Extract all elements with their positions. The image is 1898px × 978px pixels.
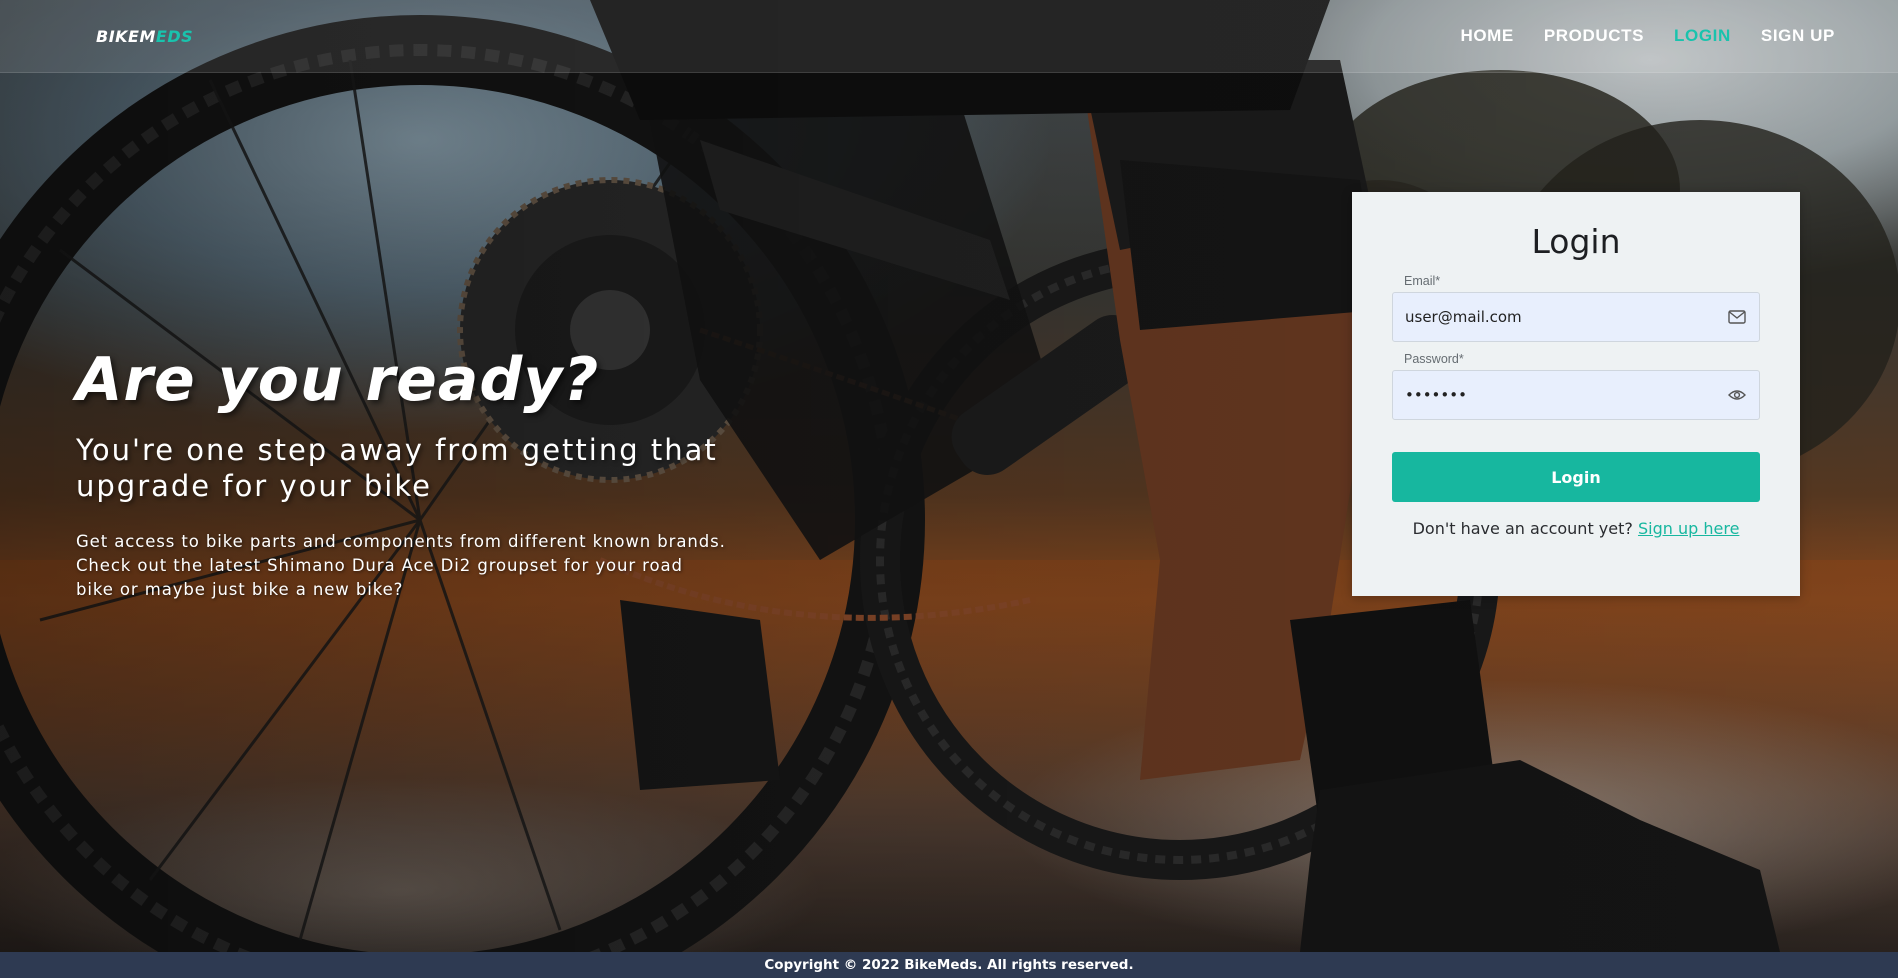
hero-subtitle-line2: upgrade for your bike <box>76 469 432 503</box>
hero-subtitle: You're one step away from getting that u… <box>76 432 816 504</box>
signup-prompt-row: Don't have an account yet? Sign up here <box>1392 519 1760 538</box>
footer: Copyright © 2022 BikeMeds. All rights re… <box>0 952 1898 978</box>
password-field-wrapper <box>1392 370 1760 420</box>
navbar: BIKEM EDS HOME PRODUCTS LOGIN SIGN UP <box>0 0 1898 73</box>
hero-description: Get access to bike parts and components … <box>76 532 726 599</box>
password-label: Password* <box>1404 352 1464 366</box>
nav-products[interactable]: PRODUCTS <box>1544 26 1644 46</box>
footer-copyright: Copyright © 2022 BikeMeds. All rights re… <box>764 957 1134 973</box>
password-input[interactable] <box>1405 386 1727 404</box>
login-card: Login Email* Password* Login Don't have … <box>1352 192 1800 596</box>
nav-home[interactable]: HOME <box>1460 26 1513 46</box>
logo-text-part2: EDS <box>155 26 194 46</box>
email-field-wrapper <box>1392 292 1760 342</box>
signup-link[interactable]: Sign up here <box>1638 519 1739 538</box>
brand-logo[interactable]: BIKEM EDS <box>96 27 193 46</box>
eye-icon[interactable] <box>1727 385 1747 405</box>
hero-subtitle-line1: You're one step away from getting that <box>76 433 718 467</box>
login-button[interactable]: Login <box>1392 452 1760 502</box>
signup-prompt-text: Don't have an account yet? <box>1412 519 1633 538</box>
email-input[interactable] <box>1405 308 1727 326</box>
nav-links: HOME PRODUCTS LOGIN SIGN UP <box>1460 26 1835 46</box>
hero-title: Are you ready? <box>76 345 600 415</box>
login-title: Login <box>1531 222 1621 261</box>
email-label: Email* <box>1404 274 1441 288</box>
nav-signup[interactable]: SIGN UP <box>1761 26 1835 46</box>
logo-text-part1: BIKEM <box>96 26 156 46</box>
nav-login[interactable]: LOGIN <box>1674 26 1731 46</box>
hero-text: Are you ready? You're one step away from… <box>76 348 816 602</box>
envelope-icon <box>1727 307 1747 327</box>
